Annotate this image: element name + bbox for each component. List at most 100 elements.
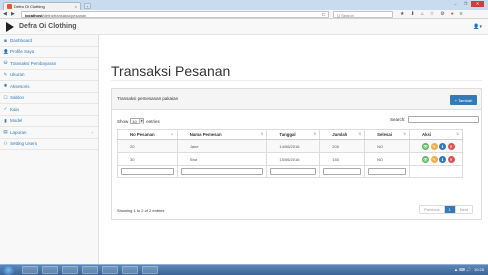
taskbar-app-browser[interactable] — [102, 266, 118, 274]
column-header-no-pesanan[interactable]: No Pesanan ▲ — [117, 129, 178, 140]
pagination-previous[interactable]: Previous — [420, 206, 445, 213]
column-header-nama-pemesan[interactable]: Nama Pemesan ⇅ — [176, 129, 268, 140]
reload-icon[interactable]: C — [322, 12, 325, 17]
sort-icon: ⇅ — [313, 132, 317, 136]
filter-selesai-input[interactable] — [368, 168, 407, 175]
home-icon[interactable]: ⌂ — [421, 11, 424, 17]
tray-icons[interactable]: ▲ ⌨ 🔊 — [454, 267, 471, 272]
column-header-aksi[interactable]: Aksi ⇅ — [409, 129, 463, 140]
filter-cell — [266, 165, 321, 178]
cell-aksi: 👁 ✎ ℹ ✕ — [409, 139, 463, 153]
info-icon[interactable]: ℹ — [439, 155, 447, 163]
show-label: Show — [117, 118, 129, 124]
panel-title: Transaksi pemesanan pakaian — [117, 96, 179, 101]
pagination: Previous 1 Next — [418, 205, 473, 214]
cell-jumlah: 150 — [319, 152, 366, 166]
user-menu-icon[interactable]: 👤▾ — [473, 24, 482, 30]
extension-icon[interactable]: ● — [451, 11, 454, 17]
sidebar-item-label: Kain — [10, 106, 20, 112]
menu-icon[interactable]: ≡ — [460, 11, 463, 17]
maximize-button[interactable]: ❐ — [461, 1, 470, 7]
settings-icon[interactable]: ⚙ — [440, 11, 444, 17]
filter-cell — [409, 165, 463, 178]
back-button[interactable]: ◀ — [3, 12, 7, 17]
filter-no-pesanan-input[interactable] — [121, 168, 174, 175]
pagination-page-1[interactable]: 1 — [444, 206, 456, 213]
sort-icon: ⇅ — [260, 132, 264, 136]
table-search: Search: — [390, 116, 479, 123]
sidebar-item-setting-users[interactable]: ⚇ Setting Users — [0, 139, 98, 150]
clock[interactable]: 10:25 — [474, 267, 484, 272]
title-divider — [111, 80, 482, 81]
view-icon[interactable]: 👁 — [422, 142, 430, 150]
search-placeholder: Q Search — [337, 13, 354, 18]
os-taskbar: ▲ ⌨ 🔊 10:25 — [0, 264, 488, 275]
add-order-button[interactable]: + Tambah — [450, 95, 477, 105]
main-content: Transaksi Pesanan Transaksi pemesanan pa… — [100, 35, 488, 264]
edit-icon[interactable]: ✎ — [430, 155, 438, 163]
filter-cell — [319, 165, 366, 178]
orders-table: No Pesanan ▲ Nama Pemesan ⇅ Tanggal ⇅ Jumla… — [117, 129, 463, 178]
search-input[interactable] — [407, 116, 479, 123]
sidebar-item-laporan[interactable]: ▤ Laporan › — [0, 127, 98, 139]
sidebar-item-label: Sablon — [10, 95, 25, 101]
filter-cell — [176, 165, 268, 178]
delete-icon[interactable]: ✕ — [447, 142, 455, 150]
column-header-selesai[interactable]: Selesai ⇅ — [364, 129, 411, 140]
taskbar-app-editor[interactable] — [62, 266, 78, 274]
forward-button[interactable]: ▶ — [11, 12, 15, 17]
browser-toolbar-icons: ★ ⬇ ⌂ ☆ ⚙ ● ≡ — [400, 11, 463, 17]
new-tab-button[interactable]: + — [84, 3, 91, 9]
browser-tab-bar: Defra Oi Clothing × + – ❐ ✕ — [0, 0, 488, 10]
column-header-tanggal[interactable]: Tanggal ⇅ — [266, 129, 321, 140]
cell-nama-pemesan: Jane — [176, 139, 268, 153]
column-header-jumlah[interactable]: Jumlah ⇅ — [319, 129, 366, 140]
sidebar-item-kain[interactable]: ✓ Kain — [0, 104, 98, 116]
download-icon[interactable]: ⬇ — [410, 11, 414, 17]
table-row: 20 Jane 14/06/2016 200 NO 👁 ✎ ℹ ✕ — [117, 139, 463, 153]
page-length-select[interactable]: 10 ▼ — [130, 118, 145, 124]
sidebar-item-sablon[interactable]: ☐ Sablon — [0, 93, 98, 104]
sidebar-item-aksesoris[interactable]: ✱ Aksesoris — [0, 81, 98, 93]
cell-selesai: NO — [364, 139, 411, 153]
close-window-button[interactable]: ✕ — [471, 1, 484, 7]
minimize-button[interactable]: – — [451, 1, 460, 7]
favicon-icon — [7, 4, 12, 9]
check-icon: ✓ — [3, 106, 8, 112]
sort-icon: ⇅ — [456, 132, 459, 136]
sidebar-item-model[interactable]: ▮ Model — [0, 116, 98, 127]
pagination-next[interactable]: Next — [456, 206, 472, 213]
brand-name[interactable]: Defra Oi Clothing — [19, 23, 77, 30]
view-icon[interactable]: 👁 — [422, 155, 430, 163]
taskbar-app-word[interactable] — [142, 266, 158, 274]
box-icon: ☐ — [3, 94, 8, 100]
edit-icon[interactable]: ✎ — [430, 142, 438, 150]
browser-nav-bar: ◀ ▶ localhost/defra/transaksi/pesanan C … — [0, 10, 488, 19]
start-button[interactable] — [2, 265, 15, 275]
address-bar[interactable]: localhost/defra/transaksi/pesanan C — [21, 11, 329, 18]
taskbar-app-media[interactable] — [42, 266, 58, 274]
orders-panel: Transaksi pemesanan pakaian + Tambah Sho… — [111, 88, 482, 220]
tab-close-icon[interactable]: × — [75, 4, 77, 9]
sidebar-item-profile[interactable]: 👤 Profile Saya — [0, 47, 98, 58]
info-icon[interactable]: ℹ — [439, 142, 447, 150]
users-icon: ⚇ — [3, 140, 8, 146]
browser-tab[interactable]: Defra Oi Clothing × — [3, 2, 81, 10]
filter-tanggal-input[interactable] — [270, 168, 317, 175]
sidebar-item-transaksi-pembayaran[interactable]: ⛁ Transaksi Pembayaran — [0, 58, 98, 70]
browser-search-input[interactable]: Q Search — [333, 11, 393, 18]
taskbar-app-photoshop[interactable] — [122, 266, 138, 274]
bookmarks-icon[interactable]: ☆ — [430, 11, 434, 17]
taskbar-app-explorer[interactable] — [22, 266, 38, 274]
page-length-value: 10 — [132, 119, 137, 124]
filter-cell — [364, 165, 411, 178]
bookmark-star-icon[interactable]: ★ — [400, 11, 404, 17]
filter-nama-pemesan-input[interactable] — [180, 168, 264, 175]
taskbar-app-server[interactable] — [82, 266, 98, 274]
cell-selesai: NO — [364, 152, 411, 166]
filter-jumlah-input[interactable] — [323, 168, 362, 175]
delete-icon[interactable]: ✕ — [447, 155, 455, 163]
sidebar-item-ukuran[interactable]: ✎ Ukuran — [0, 70, 98, 81]
cell-tanggal: 15/06/2016 — [266, 152, 321, 166]
sidebar-item-dashboard[interactable]: ◙ Dashboard — [0, 35, 98, 47]
